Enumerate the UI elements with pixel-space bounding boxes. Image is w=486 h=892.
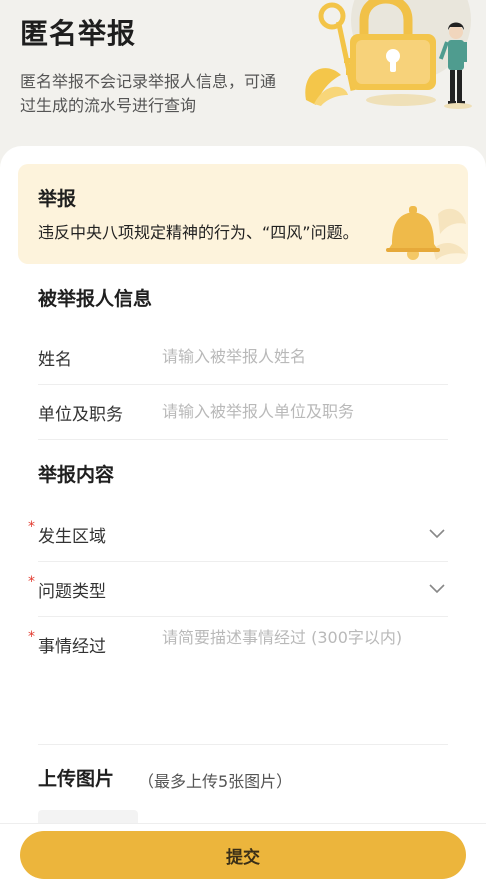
position-label: 单位及职务 bbox=[38, 405, 123, 425]
required-mark: * bbox=[28, 629, 35, 645]
name-input[interactable] bbox=[162, 339, 442, 373]
submit-button[interactable]: 提交 bbox=[20, 831, 466, 879]
chevron-down-icon[interactable] bbox=[428, 579, 446, 597]
bell-icon bbox=[386, 206, 466, 260]
lock-illustration bbox=[305, 0, 472, 109]
page-description: 匿名举报不会记录举报人信息，可通过生成的流水号进行查询 bbox=[20, 72, 277, 115]
upload-title: 上传图片 bbox=[38, 768, 115, 790]
area-select-row[interactable]: * 发生区域 bbox=[28, 506, 448, 562]
type-label: 问题类型 bbox=[38, 582, 106, 602]
details-textarea[interactable] bbox=[162, 626, 448, 736]
reported-person-section-title: 被举报人信息 bbox=[38, 288, 153, 310]
chevron-down-icon[interactable] bbox=[428, 524, 446, 542]
type-select-row[interactable]: * 问题类型 bbox=[28, 561, 448, 617]
notice-text: 违反中央八项规定精神的行为、“四风”问题。 bbox=[38, 223, 359, 242]
position-input[interactable] bbox=[162, 394, 442, 428]
required-mark: * bbox=[28, 519, 35, 535]
page-header: 匿名举报 匿名举报不会记录举报人信息，可通过生成的流水号进行查询 bbox=[0, 0, 486, 170]
name-field-row: 姓名 bbox=[38, 329, 448, 385]
name-label: 姓名 bbox=[38, 350, 72, 370]
report-form: 举报 违反中央八项规定精神的行为、“四风”问题。 被举报人信息 姓名 单位及职务… bbox=[0, 146, 486, 892]
details-label: 事情经过 bbox=[38, 637, 106, 657]
position-field-row: 单位及职务 bbox=[38, 384, 448, 440]
report-content-section-title: 举报内容 bbox=[38, 464, 115, 486]
report-notice: 举报 违反中央八项规定精神的行为、“四风”问题。 bbox=[18, 164, 468, 264]
details-label-wrap: * 事情经过 bbox=[28, 616, 158, 657]
bottom-bar: 提交 bbox=[0, 823, 486, 892]
area-label: 发生区域 bbox=[38, 527, 106, 547]
notice-title: 举报 bbox=[38, 188, 77, 210]
divider bbox=[38, 744, 448, 745]
upload-hint: （最多上传5张图片） bbox=[138, 772, 293, 791]
page-title: 匿名举报 bbox=[20, 17, 137, 50]
required-mark: * bbox=[28, 574, 35, 590]
